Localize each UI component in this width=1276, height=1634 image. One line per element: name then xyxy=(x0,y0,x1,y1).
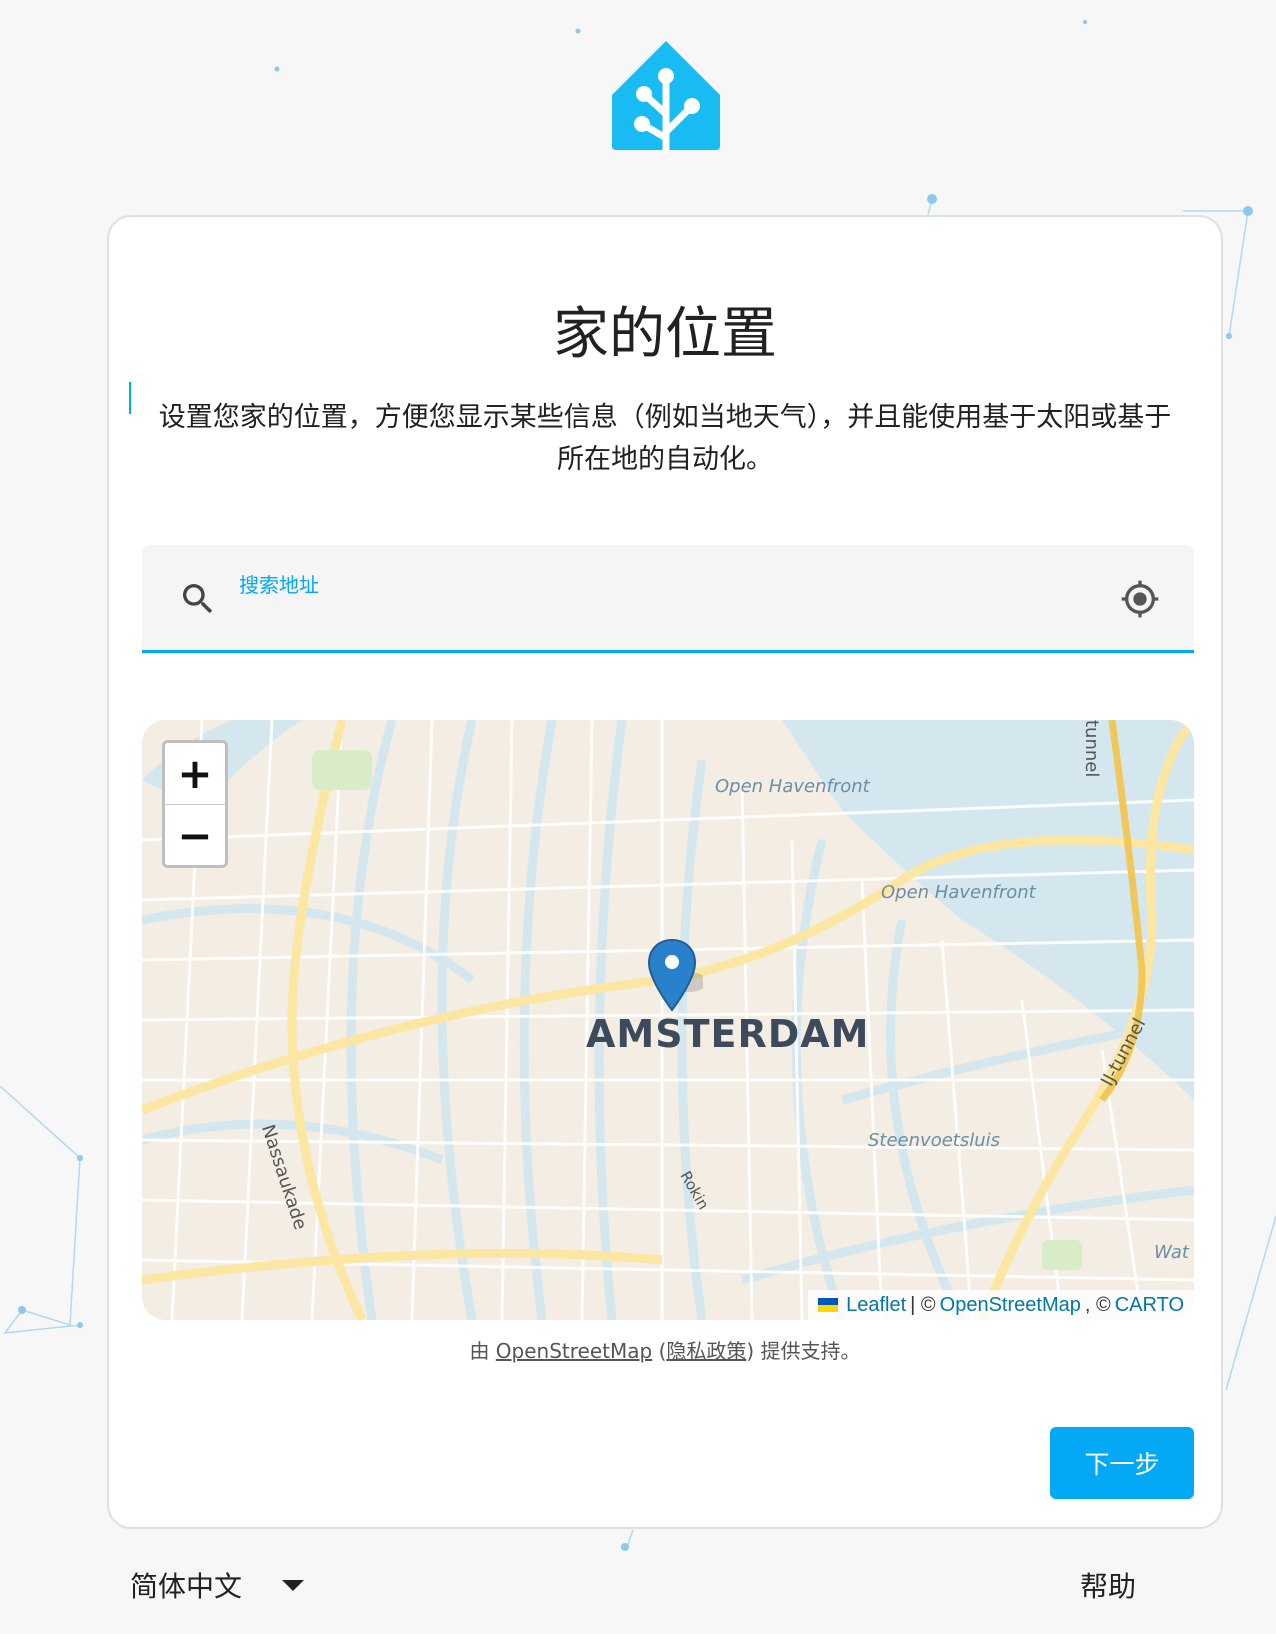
home-assistant-logo xyxy=(612,41,720,154)
carto-link[interactable]: CARTO xyxy=(1115,1294,1184,1317)
location-map[interactable]: + − Open Havenfront Open Havenfront Stee… xyxy=(142,720,1194,1320)
language-label: 简体中文 xyxy=(130,1570,243,1603)
page-description: 设置您家的位置，方便您显示某些信息（例如当地天气），并且能使用基于太阳或基于所在… xyxy=(158,402,1172,475)
address-search-input[interactable] xyxy=(238,599,1038,635)
search-label: 搜索地址 xyxy=(239,573,319,597)
leaflet-link[interactable]: Leaflet xyxy=(846,1294,906,1317)
onboarding-card: 家的位置 设置您家的位置，方便您显示某些信息（例如当地天气），并且能使用基于太阳… xyxy=(107,215,1223,1529)
powered-by-text: 由 OpenStreetMap (隐私政策) 提供支持。 xyxy=(469,1339,861,1363)
location-pin-icon[interactable] xyxy=(647,938,703,1018)
street-label: tunnel xyxy=(1081,720,1102,778)
language-selector[interactable]: 简体中文 xyxy=(130,1565,305,1605)
water-label: Open Havenfront xyxy=(715,776,870,797)
next-button[interactable]: 下一步 xyxy=(1050,1427,1194,1499)
zoom-control: + − xyxy=(162,740,228,868)
attribution-separator: | © xyxy=(910,1293,936,1316)
page-title: 家的位置 xyxy=(553,302,777,367)
text-cursor xyxy=(129,382,131,414)
dropdown-arrow-icon xyxy=(282,1579,305,1591)
water-label: Wat xyxy=(1154,1242,1189,1263)
ukraine-flag-icon xyxy=(818,1298,839,1312)
osm-link[interactable]: OpenStreetMap xyxy=(940,1294,1081,1317)
map-attribution: Leaflet | © OpenStreetMap, © CARTO xyxy=(808,1290,1194,1320)
search-icon xyxy=(183,584,213,614)
water-label: Steenvoetsluis xyxy=(868,1130,1001,1151)
zoom-out-button[interactable]: − xyxy=(165,805,225,865)
osm-credit-link[interactable]: OpenStreetMap xyxy=(496,1339,652,1363)
attribution-separator: , © xyxy=(1084,1293,1111,1316)
city-label: AMSTERDAM xyxy=(586,1012,870,1056)
address-search-field[interactable]: 搜索地址 xyxy=(142,545,1194,653)
privacy-policy-link[interactable]: 隐私政策 xyxy=(666,1339,746,1363)
zoom-in-button[interactable]: + xyxy=(165,743,225,805)
crosshairs-gps-icon[interactable] xyxy=(1120,579,1160,619)
help-link[interactable]: 帮助 xyxy=(1080,1565,1136,1605)
water-label: Open Havenfront xyxy=(881,882,1036,903)
